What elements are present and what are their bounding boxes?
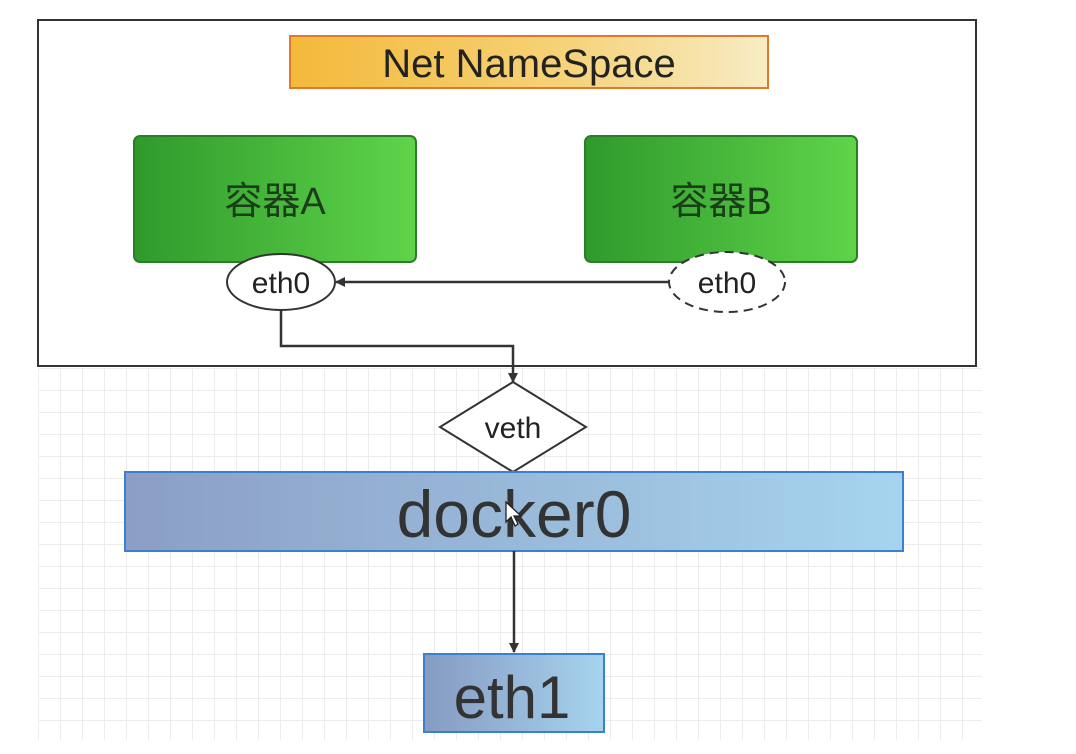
- veth-node[interactable]: veth: [438, 380, 588, 474]
- container-a[interactable]: 容器A: [133, 135, 417, 263]
- container-b-eth0-label: eth0: [698, 267, 756, 300]
- container-b[interactable]: 容器B: [584, 135, 858, 263]
- eth1-label: eth1: [454, 664, 571, 731]
- container-a-eth0[interactable]: eth0: [226, 253, 336, 311]
- network-diagram: Net NameSpace 容器A 容器B eth0 eth0 veth doc…: [37, 19, 977, 733]
- container-b-label: 容器B: [670, 181, 771, 223]
- eth1-host-interface[interactable]: eth1: [423, 653, 605, 733]
- container-a-eth0-label: eth0: [252, 267, 310, 300]
- namespace-title-text: Net NameSpace: [382, 42, 675, 86]
- namespace-title: Net NameSpace: [289, 35, 769, 89]
- container-b-eth0[interactable]: eth0: [668, 251, 786, 313]
- veth-label: veth: [485, 412, 542, 445]
- container-a-label: 容器A: [224, 181, 326, 223]
